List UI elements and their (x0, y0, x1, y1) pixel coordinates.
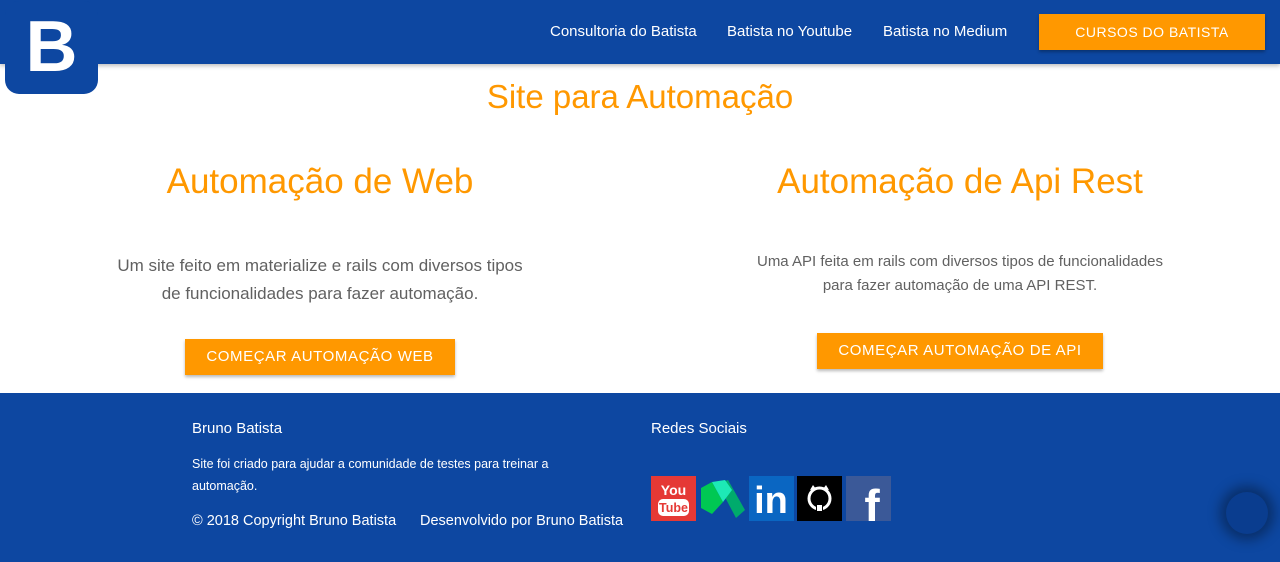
footer-about-text: Site foi criado para ajudar a comunidade… (192, 457, 549, 493)
nav-link-consultoria[interactable]: Consultoria do Batista (550, 0, 697, 64)
linkedin-icon-graphic: in (754, 480, 788, 522)
web-automation-description: Um site feito em materialize e rails com… (70, 252, 570, 308)
youtube-icon[interactable]: You Tube (651, 476, 696, 521)
start-api-automation-button[interactable]: COMEÇAR AUTOMAÇÃO DE API (817, 333, 1103, 369)
cursos-button[interactable]: CURSOS DO BATISTA (1039, 14, 1265, 50)
github-icon[interactable] (797, 476, 842, 521)
youtube-label-top: You (661, 482, 686, 498)
youtube-label-bottom: Tube (659, 501, 688, 515)
facebook-icon[interactable]: f (846, 476, 891, 532)
footer-social-title: Redes Sociais (651, 420, 747, 437)
api-automation-description: Uma API feita em rails com diversos tipo… (700, 250, 1220, 298)
page-title: Site para Automação (486, 78, 794, 115)
linkedin-label: in (754, 480, 788, 521)
api-automation-desc-line-2: para fazer automação de uma API REST. (822, 277, 1098, 294)
linkedin-icon[interactable]: in (749, 476, 794, 522)
floating-action-button[interactable] (1226, 492, 1268, 534)
footer-about-title: Bruno Batista (192, 420, 283, 437)
footer-developed-by: Desenvolvido por Bruno Batista (420, 513, 624, 529)
web-automation-desc-line-1: Um site feito em materialize e rails com… (117, 256, 523, 275)
start-web-automation-button[interactable]: COMEÇAR AUTOMAÇÃO WEB (185, 339, 455, 375)
api-automation-desc-line-1: Uma API feita em rails com diversos tipo… (756, 253, 1164, 270)
nav-link-medium[interactable]: Batista no Medium (883, 0, 1007, 64)
api-automation-title: Automação de Api Rest (777, 162, 1143, 201)
footer-copyright: © 2018 Copyright Bruno Batista (192, 513, 397, 529)
brand-b-logo-icon: B (25, 7, 78, 87)
nav-link-youtube[interactable]: Batista no Youtube (727, 0, 852, 64)
facebook-label: f (864, 480, 880, 521)
facebook-icon-graphic: f (864, 480, 880, 532)
brand-logo[interactable]: B (5, 1, 98, 94)
youtube-icon-graphic: You Tube (658, 482, 689, 516)
medium-icon-graphic (701, 480, 745, 518)
web-automation-desc-line-2: de funcionalidades para fazer automação. (161, 284, 479, 303)
github-icon-graphic (807, 485, 832, 511)
web-automation-title: Automação de Web (166, 162, 474, 201)
top-navbar: Consultoria do Batista Batista no Youtub… (0, 0, 1280, 64)
medium-icon[interactable] (700, 476, 745, 521)
